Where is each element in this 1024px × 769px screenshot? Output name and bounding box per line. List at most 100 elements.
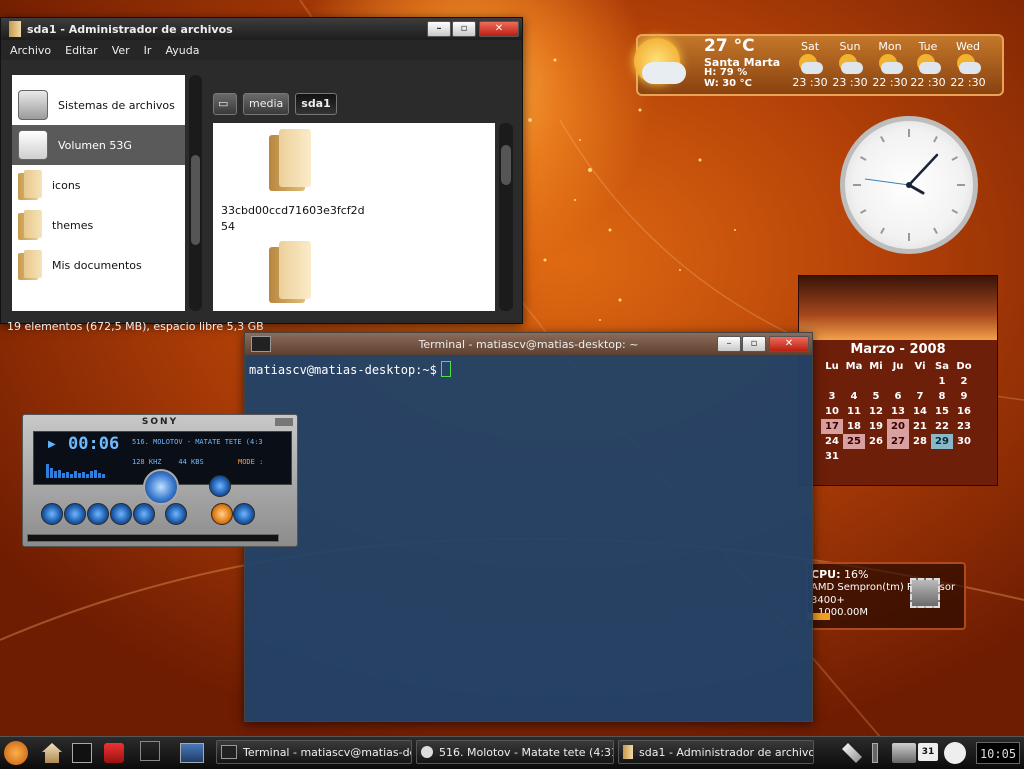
amarok-icon[interactable] (944, 742, 966, 764)
calendar-day[interactable]: 25 (843, 434, 865, 449)
track-title: 516. MOLOTOV - MATATE TETE (4:3 (132, 438, 263, 446)
taskbar-item-media-player[interactable]: 516. Molotov - Matate tete (4:31) -... (416, 740, 614, 764)
calendar-day[interactable]: 13 (887, 404, 909, 419)
repeat-button[interactable] (233, 503, 255, 525)
second-hand (864, 178, 910, 186)
media-launcher-icon[interactable] (104, 743, 124, 763)
sidebar-item-sistemas[interactable]: Sistemas de archivos (12, 85, 185, 125)
calendar-day[interactable]: 6 (887, 389, 909, 404)
calendar-day[interactable]: 20 (887, 419, 909, 434)
stop-button[interactable] (110, 503, 132, 525)
next-button[interactable] (133, 503, 155, 525)
show-desktop-icon[interactable] (180, 743, 204, 763)
calendar-blank (843, 374, 865, 389)
calendar-date-icon[interactable]: 31 (918, 743, 938, 761)
taskbar-clock[interactable]: 10:05 (976, 742, 1020, 764)
path-button-sda1[interactable]: sda1 (295, 93, 337, 115)
taskbar-item-terminal[interactable]: Terminal - matiascv@matias-deskt... (216, 740, 412, 764)
play-button[interactable] (64, 503, 86, 525)
minimize-button[interactable]: – (427, 21, 451, 37)
sidebar-item-volumen[interactable]: Volumen 53G (12, 125, 185, 165)
calendar-day[interactable]: 17 (821, 419, 843, 434)
calendar-day[interactable]: 14 (909, 404, 931, 419)
menu-icon[interactable] (4, 741, 28, 765)
bitrate: 128 (132, 458, 145, 466)
calendar-day[interactable]: 7 (909, 389, 931, 404)
menu-editar[interactable]: Editar (60, 44, 103, 57)
menu-ver[interactable]: Ver (107, 44, 135, 57)
terminal-titlebar[interactable]: Terminal - matiascv@matias-desktop: ~ – … (245, 333, 812, 355)
prev-button[interactable] (41, 503, 63, 525)
calendar-day[interactable]: 8 (931, 389, 953, 404)
partly-cloudy-icon (877, 54, 903, 76)
close-button[interactable]: ✕ (479, 21, 519, 37)
forecast-wed: Wed 22 :30 (950, 40, 986, 89)
calendar-day[interactable]: 1 (931, 374, 953, 389)
weather-widget: 27 °C Santa Marta H: 79 % W: 30 °C Sat 23… (634, 34, 1004, 96)
maximize-button[interactable]: ▫ (742, 336, 766, 352)
terminal-prompt-line[interactable]: matiascv@matias-desktop:~$ (245, 355, 812, 383)
volume-knob[interactable] (143, 469, 179, 505)
calendar-day[interactable]: 12 (865, 404, 887, 419)
home-icon[interactable] (42, 743, 62, 763)
sidebar-scrollbar[interactable] (189, 75, 202, 311)
calendar-day[interactable]: 30 (953, 434, 975, 449)
play-state-icon: ▶ (48, 439, 56, 450)
brush-icon[interactable] (842, 743, 862, 763)
seek-bar[interactable] (27, 534, 279, 542)
file-view: 33cbd00ccd71603e3fcf2d54 (213, 123, 495, 311)
minimize-button[interactable]: – (717, 336, 741, 352)
folder-icon (269, 241, 313, 303)
path-button-media[interactable]: media (243, 93, 290, 115)
player-window-buttons[interactable] (275, 418, 293, 426)
calendar-day[interactable]: 18 (843, 419, 865, 434)
open-button[interactable] (165, 503, 187, 525)
calendar-day[interactable]: 22 (931, 419, 953, 434)
sidebar-item-themes[interactable]: themes (12, 205, 185, 245)
calendar-day[interactable]: 19 (865, 419, 887, 434)
close-button[interactable]: ✕ (769, 336, 809, 352)
calendar-day[interactable]: 2 (953, 374, 975, 389)
terminal-window[interactable]: Terminal - matiascv@matias-desktop: ~ – … (244, 332, 813, 722)
file-item[interactable] (217, 241, 367, 311)
calendar-day[interactable]: 28 (909, 434, 931, 449)
calendar-day[interactable]: 3 (821, 389, 843, 404)
media-player-icon (421, 746, 433, 758)
sidebar-item-mis-documentos[interactable]: Mis documentos (12, 245, 185, 285)
calendar-day[interactable]: 27 (887, 434, 909, 449)
maximize-button[interactable]: ▫ (452, 21, 476, 37)
media-player-window[interactable]: SONY ▶ 00:06 516. MOLOTOV - MATATE TETE … (22, 414, 298, 547)
weekday-label: Ju (892, 361, 904, 372)
terminal-launcher-icon[interactable] (72, 743, 92, 763)
calendar-day[interactable]: 24 (821, 434, 843, 449)
pause-button[interactable] (87, 503, 109, 525)
taskbar-item-file-manager[interactable]: sda1 - Administrador de archivos (618, 740, 814, 764)
eject-button[interactable] (209, 475, 231, 497)
calendar-day[interactable]: 16 (953, 404, 975, 419)
equalizer-button[interactable] (211, 503, 233, 525)
path-drive-button[interactable]: ▭ (213, 93, 237, 115)
file-view-scrollbar[interactable] (499, 123, 513, 311)
menu-ayuda[interactable]: Ayuda (160, 44, 204, 57)
calendar-day[interactable]: 15 (931, 404, 953, 419)
menu-ir[interactable]: Ir (139, 44, 157, 57)
calendar-day[interactable]: 10 (821, 404, 843, 419)
calendar-day[interactable]: 23 (953, 419, 975, 434)
player-brand: SONY (141, 417, 179, 427)
calendar-day[interactable]: 31 (821, 449, 843, 464)
sidebar-item-icons[interactable]: icons (12, 165, 185, 205)
calendar-day[interactable]: 9 (953, 389, 975, 404)
partly-cloudy-icon (837, 54, 863, 76)
workspace-switcher-icon[interactable] (140, 741, 160, 761)
calendar-day[interactable]: 26 (865, 434, 887, 449)
file-item[interactable]: 33cbd00ccd71603e3fcf2d54 (217, 129, 367, 234)
calendar-day[interactable]: 4 (843, 389, 865, 404)
calendar-day[interactable]: 5 (865, 389, 887, 404)
network-icon[interactable] (892, 743, 916, 763)
calendar-month: Marzo - 2008 (850, 342, 946, 357)
calendar-day[interactable]: 11 (843, 404, 865, 419)
file-manager-titlebar[interactable]: sda1 - Administrador de archivos – ▫ ✕ (1, 18, 522, 40)
calendar-day[interactable]: 21 (909, 419, 931, 434)
calendar-day[interactable]: 29 (931, 434, 953, 449)
menu-archivo[interactable]: Archivo (5, 44, 56, 57)
